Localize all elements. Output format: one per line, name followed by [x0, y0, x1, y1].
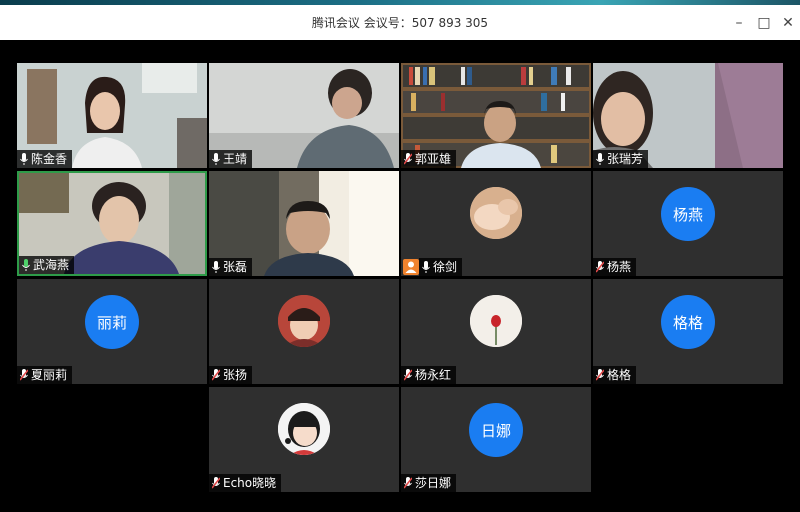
mic-muted-icon	[404, 369, 412, 381]
mic-muted-icon	[212, 477, 220, 489]
participant-name: 杨燕	[607, 260, 632, 274]
participant-name-bar: 王靖	[209, 150, 253, 168]
mic-muted-icon	[596, 261, 604, 273]
participant-name-bar: 杨永红	[401, 366, 457, 384]
mic-on-icon	[20, 153, 28, 165]
participant-name: 武海燕	[33, 258, 70, 272]
avatar: 格格	[661, 295, 715, 349]
video-grid: 陈金香 王靖 郭亚雄 张瑞芳 武海燕 张磊 徐剑 杨燕 杨燕 丽莉 夏丽莉 张扬…	[0, 40, 800, 512]
participant-tile[interactable]: 郭亚雄	[401, 63, 591, 168]
participant-name-bar: 张磊	[209, 258, 253, 276]
mic-muted-icon	[20, 369, 28, 381]
avatar: 杨燕	[661, 187, 715, 241]
mic-on-icon	[422, 261, 430, 273]
participant-tile[interactable]: 杨燕 杨燕	[593, 171, 783, 276]
participant-tile[interactable]: 格格 格格	[593, 279, 783, 384]
participant-name-bar: 郭亚雄	[401, 150, 457, 168]
participant-name-bar: 夏丽莉	[17, 366, 73, 384]
participant-name: 徐剑	[433, 260, 458, 274]
participant-tile[interactable]: 徐剑	[401, 171, 591, 276]
participant-name: 夏丽莉	[31, 368, 68, 382]
profile-photo	[278, 403, 330, 455]
participant-tile[interactable]: Echo晓晓	[209, 387, 399, 492]
participant-name: 陈金香	[31, 152, 68, 166]
participant-name: 郭亚雄	[415, 152, 452, 166]
mic-muted-icon	[404, 153, 412, 165]
participant-name: Echo晓晓	[223, 476, 277, 490]
title-bar: 腾讯会议 会议号：507 893 305 – □ ✕	[0, 5, 800, 40]
close-button[interactable]: ✕	[778, 13, 798, 33]
participant-name-bar: 徐剑	[419, 258, 463, 276]
participant-tile[interactable]: 张扬	[209, 279, 399, 384]
mic-on-icon	[212, 261, 220, 273]
mic-speaking-icon	[22, 259, 30, 271]
participant-tile[interactable]: 丽莉 夏丽莉	[17, 279, 207, 384]
participant-name: 王靖	[223, 152, 248, 166]
participant-tile[interactable]: 陈金香	[17, 63, 207, 168]
mic-muted-icon	[596, 369, 604, 381]
participant-name-bar: 莎日娜	[401, 474, 457, 492]
participant-tile[interactable]: 张磊	[209, 171, 399, 276]
mic-on-icon	[596, 153, 604, 165]
maximize-button[interactable]: □	[754, 13, 774, 33]
mic-muted-icon	[212, 369, 220, 381]
participant-name: 杨永红	[415, 368, 452, 382]
profile-photo	[470, 295, 522, 347]
profile-photo	[278, 295, 330, 347]
minimize-button[interactable]: –	[729, 13, 749, 33]
participant-name: 张磊	[223, 260, 248, 274]
participant-name: 莎日娜	[415, 476, 452, 490]
avatar: 日娜	[469, 403, 523, 457]
participant-name-bar: 张瑞芳	[593, 150, 649, 168]
participant-tile[interactable]: 日娜 莎日娜	[401, 387, 591, 492]
participant-name-bar: 杨燕	[593, 258, 637, 276]
avatar: 丽莉	[85, 295, 139, 349]
participant-tile[interactable]: 王靖	[209, 63, 399, 168]
participant-name: 张扬	[223, 368, 248, 382]
participant-name-bar: 张扬	[209, 366, 253, 384]
participant-name: 格格	[607, 368, 632, 382]
mic-on-icon	[212, 153, 220, 165]
participant-tile[interactable]: 武海燕	[17, 171, 207, 276]
participant-name-bar: 武海燕	[19, 256, 75, 274]
participant-tile[interactable]: 杨永红	[401, 279, 591, 384]
host-badge-icon	[403, 259, 419, 275]
window-title: 腾讯会议 会议号：507 893 305	[311, 16, 489, 30]
participant-name-bar: Echo晓晓	[209, 474, 282, 492]
participant-name-bar: 陈金香	[17, 150, 73, 168]
participant-tile[interactable]: 张瑞芳	[593, 63, 783, 168]
participant-name-bar: 格格	[593, 366, 637, 384]
mic-muted-icon	[404, 477, 412, 489]
participant-name: 张瑞芳	[607, 152, 644, 166]
profile-photo	[470, 187, 522, 239]
